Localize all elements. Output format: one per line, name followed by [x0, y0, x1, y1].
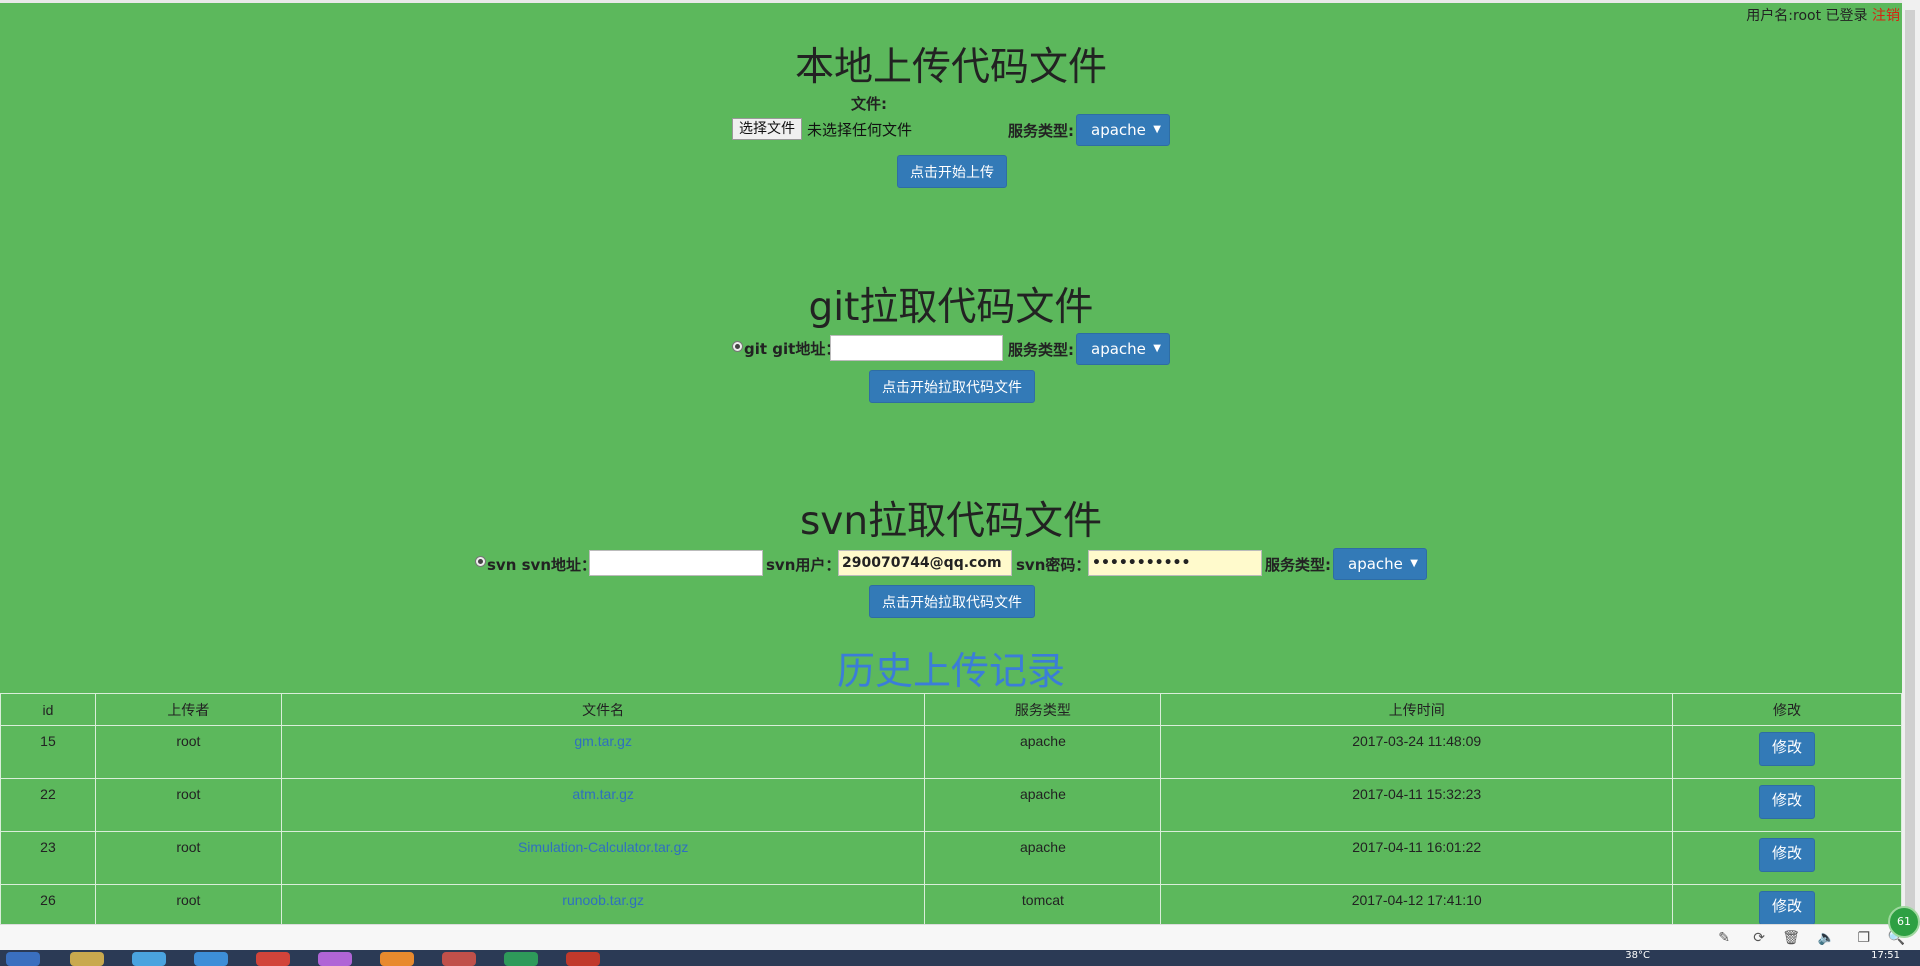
choose-file-button[interactable]: 选择文件: [732, 118, 802, 140]
edit-button[interactable]: 修改: [1759, 891, 1816, 925]
table-row: 22 root atm.tar.gz apache 2017-04-11 15:…: [0, 778, 1902, 832]
app-icon[interactable]: [256, 952, 290, 966]
git-service-value: apache: [1091, 340, 1146, 358]
cell-edit: 修改: [1672, 778, 1902, 832]
app-icon[interactable]: [380, 952, 414, 966]
cell-id: 15: [0, 725, 96, 779]
table-row: 15 root gm.tar.gz apache 2017-03-24 11:4…: [0, 725, 1902, 779]
svn-service-value: apache: [1348, 555, 1403, 573]
column-header-filename: 文件名: [280, 693, 926, 726]
top-strip: [0, 0, 1902, 3]
browser-icon[interactable]: [194, 952, 228, 966]
main-page: 用户名:root 已登录 注销 本地上传代码文件 文件: 选择文件 未选择任何文…: [0, 0, 1902, 938]
git-radio[interactable]: [732, 341, 743, 352]
svn-password-input[interactable]: •••••••••••: [1088, 550, 1262, 576]
edit-button[interactable]: 修改: [1759, 838, 1816, 872]
table-row: 23 root Simulation-Calculator.tar.gz apa…: [0, 831, 1902, 885]
cell-service: apache: [924, 725, 1162, 779]
local-upload-title: 本地上传代码文件: [794, 45, 1107, 90]
upload-button[interactable]: 点击开始上传: [897, 155, 1007, 188]
user-status: 用户名:root 已登录 注销: [1746, 5, 1900, 25]
git-addr-label: git git地址：: [744, 340, 841, 358]
file-link[interactable]: Simulation-Calculator.tar.gz: [280, 831, 926, 885]
pin-icon[interactable]: ✎: [1718, 930, 1730, 946]
cell-time: 2017-04-11 15:32:23: [1160, 778, 1674, 832]
column-header-id: id: [0, 693, 96, 726]
column-header-uploader: 上传者: [94, 693, 282, 726]
svn-password-label: svn密码：: [1016, 556, 1091, 574]
file-label: 文件:: [851, 95, 887, 113]
cell-edit: 修改: [1672, 725, 1902, 779]
window-icon[interactable]: ❐: [1857, 930, 1870, 946]
chevron-down-icon: ▼: [1410, 558, 1418, 569]
chevron-down-icon: ▼: [1153, 124, 1161, 135]
app-icon[interactable]: [566, 952, 600, 966]
browser-status-bar: ✎ ⟳ 🗑 🔈 ❐ 🔍: [0, 924, 1920, 951]
git-service-label: 服务类型:: [1008, 341, 1074, 359]
svn-user-label: svn用户：: [766, 556, 841, 574]
history-title: 历史上传记录: [836, 649, 1065, 693]
app-icon[interactable]: [442, 952, 476, 966]
app-icon[interactable]: [132, 952, 166, 966]
start-icon[interactable]: [6, 952, 40, 966]
file-link[interactable]: gm.tar.gz: [280, 725, 926, 779]
git-title: git拉取代码文件: [808, 285, 1094, 330]
scrollbar-thumb[interactable]: [1905, 10, 1915, 910]
history-table: id 上传者 文件名 服务类型 上传时间 修改 15 root gm.tar.g…: [0, 693, 1902, 938]
local-service-select[interactable]: apache ▼: [1076, 114, 1170, 146]
svn-pull-button[interactable]: 点击开始拉取代码文件: [869, 585, 1035, 618]
explorer-icon[interactable]: [70, 952, 104, 966]
table-header-row: id 上传者 文件名 服务类型 上传时间 修改: [0, 693, 1902, 726]
svn-address-input[interactable]: [589, 550, 763, 576]
svn-radio[interactable]: [475, 556, 486, 567]
column-header-edit: 修改: [1672, 693, 1902, 726]
cell-service: apache: [924, 831, 1162, 885]
column-header-time: 上传时间: [1160, 693, 1674, 726]
weather-temp: 38°C: [1625, 950, 1650, 961]
vertical-scrollbar[interactable]: [1902, 0, 1920, 924]
svn-user-input[interactable]: 290070744@qq.com: [838, 550, 1012, 576]
edit-button[interactable]: 修改: [1759, 732, 1816, 766]
cell-time: 2017-03-24 11:48:09: [1160, 725, 1674, 779]
app-icon[interactable]: [504, 952, 538, 966]
column-header-service: 服务类型: [924, 693, 1162, 726]
svn-service-label: 服务类型:: [1265, 556, 1331, 574]
cell-time: 2017-04-11 16:01:22: [1160, 831, 1674, 885]
refresh-icon[interactable]: ⟳: [1753, 930, 1765, 946]
git-address-input[interactable]: [830, 335, 1003, 361]
git-pull-button[interactable]: 点击开始拉取代码文件: [869, 370, 1035, 403]
chevron-down-icon: ▼: [1153, 343, 1161, 354]
user-status-text: 用户名:root 已登录: [1746, 8, 1868, 24]
os-taskbar: 38°C 17:51: [0, 950, 1920, 966]
logout-link[interactable]: 注销: [1872, 8, 1900, 24]
svn-title: svn拉取代码文件: [799, 499, 1103, 544]
cell-service: apache: [924, 778, 1162, 832]
floating-badge[interactable]: 61: [1888, 906, 1920, 938]
svn-service-select[interactable]: apache ▼: [1333, 548, 1427, 580]
svn-addr-label: svn svn地址：: [487, 556, 596, 574]
cell-uploader: root: [94, 831, 282, 885]
file-link[interactable]: atm.tar.gz: [280, 778, 926, 832]
cell-edit: 修改: [1672, 831, 1902, 885]
trash-icon[interactable]: 🗑: [1782, 930, 1800, 946]
app-icon[interactable]: [318, 952, 352, 966]
edit-button[interactable]: 修改: [1759, 785, 1816, 819]
speaker-icon[interactable]: 🔈: [1818, 930, 1835, 946]
cell-id: 23: [0, 831, 96, 885]
cell-id: 22: [0, 778, 96, 832]
git-service-select[interactable]: apache ▼: [1076, 333, 1170, 365]
cell-uploader: root: [94, 725, 282, 779]
cell-uploader: root: [94, 778, 282, 832]
clock: 17:51: [1871, 950, 1900, 961]
no-file-text: 未选择任何文件: [807, 121, 913, 139]
local-service-label: 服务类型:: [1008, 122, 1074, 140]
local-service-value: apache: [1091, 121, 1146, 139]
